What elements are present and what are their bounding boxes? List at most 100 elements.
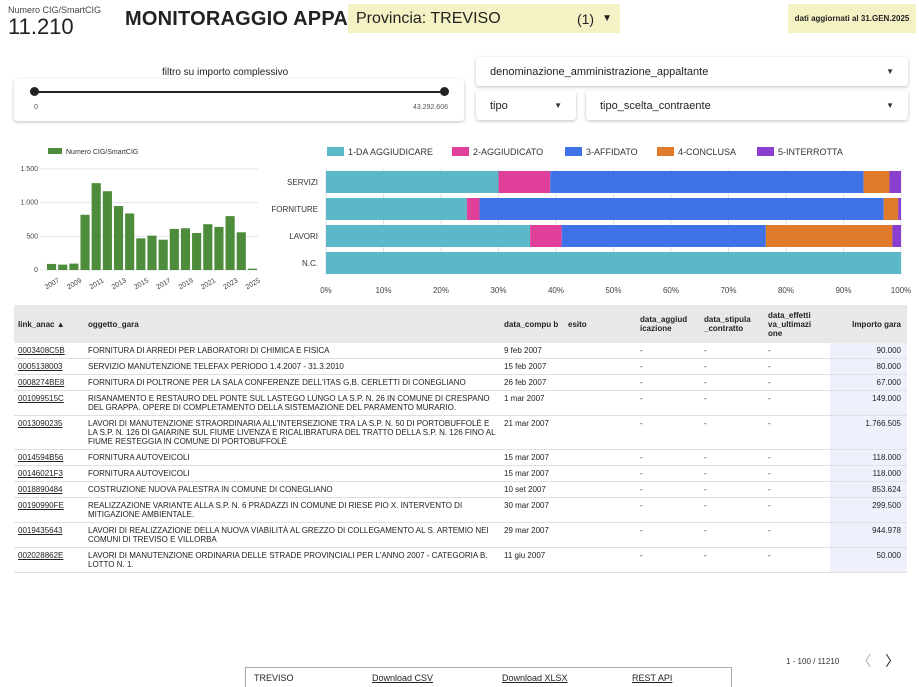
stack-segment[interactable] — [326, 225, 531, 247]
stato-stacked-chart: 1-DA AGGIUDICARE 2-AGGIUDICATO 3-AFFIDATO 4… — [271, 147, 911, 295]
kpi-value: 11.210 — [8, 14, 74, 39]
stack-segment[interactable] — [498, 171, 551, 193]
stack-segment[interactable] — [892, 225, 901, 247]
column-header[interactable]: oggetto_gara — [84, 305, 500, 343]
column-header[interactable]: Importo gara — [830, 305, 907, 343]
table-row[interactable]: 0005138003 SERVIZIO MANUTENZIONE TELEFAX … — [14, 358, 907, 375]
column-header[interactable]: link_anac ▲ — [14, 305, 84, 343]
slider-handle-max[interactable] — [440, 87, 449, 96]
column-header[interactable]: data_compu b — [500, 305, 564, 343]
download-xlsx-link[interactable]: Download XLSX — [502, 673, 632, 683]
table-cell: 9 feb 2007 — [500, 343, 564, 359]
table-cell: - — [764, 390, 830, 416]
anac-link[interactable]: 0019435643 — [14, 522, 84, 548]
stack-segment[interactable] — [466, 198, 480, 220]
legend-label: 4-CONCLUSA — [678, 147, 736, 157]
anac-link[interactable]: 002028862E — [14, 547, 84, 573]
bar-2017[interactable] — [158, 239, 168, 270]
anac-link[interactable]: 00146021F3 — [14, 465, 84, 482]
table-row[interactable]: 0008274BE8 FORNITURA DI POLTRONE PER LA S… — [14, 374, 907, 391]
stack-segment[interactable] — [530, 225, 562, 247]
bar-2024[interactable] — [236, 232, 246, 270]
slider-track[interactable] — [30, 87, 449, 96]
stack-segment[interactable] — [883, 198, 899, 220]
table-row[interactable]: 001099515C RISANAMENTO E RESTAURO DEL PON… — [14, 390, 907, 416]
y-tick-label: 1.000 — [20, 200, 38, 207]
bar-2022[interactable] — [214, 226, 224, 270]
table-row[interactable]: 00146021F3 FORNITURA AUTOVEICOLI 15 mar 20… — [14, 465, 907, 482]
category-label: SERVIZI — [287, 178, 318, 187]
column-header[interactable]: data_stipula _contratto — [700, 305, 764, 343]
table-cell — [564, 465, 636, 482]
table-cell: 21 mar 2007 — [500, 415, 564, 450]
bar-2011[interactable] — [91, 183, 101, 270]
bar-2023[interactable] — [225, 216, 235, 270]
bar-2012[interactable] — [102, 191, 112, 270]
x-tick-label: 2011 — [89, 277, 106, 291]
bar-2014[interactable] — [125, 213, 135, 270]
bar-2007[interactable] — [47, 263, 57, 270]
table-row[interactable]: 0013090235 LAVORI DI MANUTENZIONE STRAORD… — [14, 415, 907, 450]
table-row[interactable]: 0014594B56 FORNITURA AUTOVEICOLI 15 mar 20… — [14, 449, 907, 466]
x-tick-label: 2021 — [200, 277, 217, 291]
bar-2016[interactable] — [147, 235, 157, 270]
anac-link[interactable]: 0005138003 — [14, 358, 84, 375]
bar-2020[interactable] — [192, 232, 202, 270]
bar-2013[interactable] — [113, 206, 124, 270]
prev-page-icon[interactable]: 〈 — [857, 651, 871, 671]
slider-max-value: 43.292.606 — [412, 104, 448, 111]
column-header[interactable]: data_effetti va_ultimazi one — [764, 305, 830, 343]
bar-2015[interactable] — [136, 238, 146, 270]
stack-segment[interactable] — [326, 252, 901, 274]
stack-segment[interactable] — [479, 198, 884, 220]
tipo-dropdown[interactable]: tipo ▼ — [476, 91, 576, 120]
anac-link[interactable]: 0014594B56 — [14, 449, 84, 466]
bar-2021[interactable] — [203, 224, 213, 270]
anac-link[interactable]: 0008274BE8 — [14, 374, 84, 391]
table-row[interactable]: 002028862E LAVORI DI MANUTENZIONE ORDINAR… — [14, 547, 907, 573]
stack-segment[interactable] — [326, 171, 499, 193]
table-cell: FORNITURA AUTOVEICOLI — [84, 465, 500, 482]
stack-segment[interactable] — [765, 225, 893, 247]
provincia-filter[interactable]: Provincia: TREVISO (1) ▼ — [348, 4, 620, 33]
download-csv-link[interactable]: Download CSV — [372, 673, 502, 683]
anac-link[interactable]: 00190990FE — [14, 497, 84, 523]
table-cell: - — [764, 465, 830, 482]
stack-segment[interactable] — [898, 198, 901, 220]
rest-api-link[interactable]: REST API — [632, 673, 672, 683]
stack-segment[interactable] — [326, 198, 467, 220]
anac-link[interactable]: 001099515C — [14, 390, 84, 416]
bar-2010[interactable] — [80, 214, 90, 270]
stack-segment[interactable] — [889, 171, 902, 193]
chevron-down-icon: ▼ — [602, 13, 612, 24]
slider-handle-min[interactable] — [30, 87, 39, 96]
table-cell: 29 mar 2007 — [500, 522, 564, 548]
amministrazione-dropdown[interactable]: denominazione_amministrazione_appaltante… — [476, 57, 908, 86]
column-header[interactable]: esito — [564, 305, 636, 343]
x-tick-label: 50% — [605, 286, 621, 295]
bar-2009[interactable] — [69, 263, 79, 270]
legend-swatch — [48, 148, 62, 154]
stack-segment[interactable] — [561, 225, 766, 247]
table-row[interactable]: 0003408C5B FORNITURA DI ARREDI PER LABORA… — [14, 343, 907, 359]
table-cell: - — [700, 415, 764, 450]
anac-link[interactable]: 0003408C5B — [14, 343, 84, 359]
stack-segment[interactable] — [863, 171, 890, 193]
table-cell: - — [636, 547, 700, 573]
bar-2018[interactable] — [169, 228, 179, 270]
next-page-icon[interactable]: 〉 — [885, 651, 899, 671]
bar-2019[interactable] — [180, 228, 191, 270]
anac-link[interactable]: 0018890484 — [14, 481, 84, 498]
bar-2008[interactable] — [58, 264, 68, 270]
column-header[interactable]: data_aggiud icazione — [636, 305, 700, 343]
table-cell: - — [764, 481, 830, 498]
table-row[interactable]: 00190990FE REALIZZAZIONE VARIANTE ALLA S.… — [14, 497, 907, 523]
table-cell: - — [636, 481, 700, 498]
table-row[interactable]: 0019435643 LAVORI DI REALIZZAZIONE DELLA … — [14, 522, 907, 548]
table-row[interactable]: 0018890484 COSTRUZIONE NUOVA PALESTRA IN … — [14, 481, 907, 498]
table-cell — [564, 358, 636, 375]
scelta-contraente-dropdown[interactable]: tipo_scelta_contraente ▼ — [586, 91, 908, 120]
anac-link[interactable]: 0013090235 — [14, 415, 84, 450]
importo-range-slider[interactable]: 0 43.292.606 — [14, 79, 464, 121]
stack-segment[interactable] — [550, 171, 864, 193]
